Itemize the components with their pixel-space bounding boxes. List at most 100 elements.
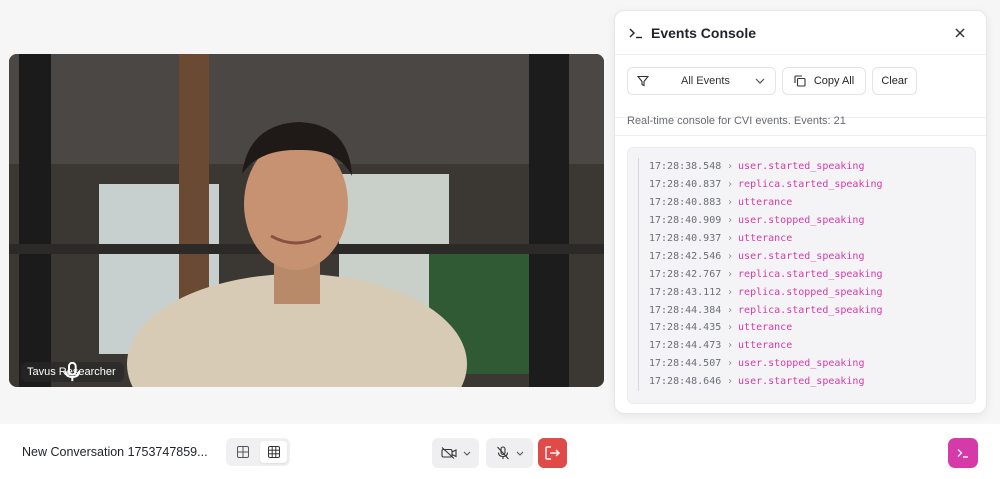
event-name: user.started_speaking xyxy=(738,376,865,388)
event-row: 17:28:42.546 › user.started_speaking xyxy=(638,247,975,266)
chevron-down-icon xyxy=(516,451,523,456)
event-row: 17:28:43.112 › replica.stopped_speaking xyxy=(638,283,975,302)
event-name: utterance xyxy=(738,233,793,244)
exit-icon xyxy=(544,446,560,460)
row-guide xyxy=(638,211,639,230)
row-guide xyxy=(638,193,639,212)
event-timestamp: 17:28:44.384 xyxy=(649,304,722,316)
copy-all-button[interactable]: Copy All xyxy=(782,67,866,95)
event-row: 17:28:42.767 › replica.started_speaking xyxy=(638,265,975,284)
filter-icon xyxy=(637,75,649,87)
event-timestamp: 17:28:40.937 xyxy=(649,233,722,244)
participant-tag: Tavus Researcher xyxy=(21,362,124,382)
bottom-bar: New Conversation 1753747859... xyxy=(0,424,1000,479)
event-timestamp: 17:28:42.546 xyxy=(649,250,722,262)
chevron-right-icon: › xyxy=(727,197,734,209)
event-name: user.started_speaking xyxy=(738,250,865,262)
layout-grid-button[interactable] xyxy=(229,441,256,463)
terminal-icon xyxy=(629,28,642,38)
event-name: user.stopped_speaking xyxy=(738,358,865,370)
row-guide xyxy=(638,247,639,266)
event-name: utterance xyxy=(738,322,793,334)
event-row: 17:28:40.883 › utterance xyxy=(638,193,975,212)
row-guide xyxy=(638,175,639,194)
event-timestamp: 17:28:40.883 xyxy=(649,197,722,209)
copy-all-label: Copy All xyxy=(813,75,855,87)
event-timestamp: 17:28:44.435 xyxy=(649,322,722,334)
chevron-right-icon: › xyxy=(727,250,734,262)
event-row: 17:28:44.507 › user.stopped_speaking xyxy=(638,354,975,373)
event-row: 17:28:48.646 › user.started_speaking xyxy=(638,372,975,391)
event-row: 17:28:40.837 › replica.started_speaking xyxy=(638,175,975,194)
event-name: utterance xyxy=(738,197,793,209)
events-console-panel: Events Console All Events Copy All Clear xyxy=(614,10,987,414)
event-row: 17:28:44.473 › utterance xyxy=(638,336,975,355)
microphone-off-icon xyxy=(496,446,509,460)
row-guide xyxy=(638,283,639,302)
event-row: 17:28:40.937 › utterance xyxy=(638,229,975,248)
microphone-toggle-button[interactable] xyxy=(486,438,533,468)
event-filter-value: All Events xyxy=(681,75,730,87)
console-header: Events Console xyxy=(615,11,986,55)
event-name: utterance xyxy=(738,340,793,352)
chevron-right-icon: › xyxy=(727,286,734,298)
event-timestamp: 17:28:38.548 xyxy=(649,161,722,173)
row-guide xyxy=(638,319,639,337)
row-guide xyxy=(638,229,639,248)
event-name: replica.started_speaking xyxy=(738,304,883,316)
event-name: user.started_speaking xyxy=(738,161,865,173)
event-filter-select[interactable]: All Events xyxy=(627,67,776,95)
event-name: replica.stopped_speaking xyxy=(738,286,883,298)
chevron-right-icon: › xyxy=(727,179,734,191)
event-timestamp: 17:28:48.646 xyxy=(649,376,722,388)
event-timestamp: 17:28:42.767 xyxy=(649,268,722,280)
console-title: Events Console xyxy=(651,24,757,41)
event-row: 17:28:40.909 › user.stopped_speaking xyxy=(638,211,975,230)
layout-toggle xyxy=(226,438,290,466)
chevron-right-icon: › xyxy=(727,215,734,227)
leave-call-button[interactable] xyxy=(538,438,567,468)
video-feed: Tavus Researcher xyxy=(9,54,604,387)
clear-button[interactable]: Clear xyxy=(872,67,917,95)
row-guide xyxy=(638,158,639,176)
divider xyxy=(615,135,986,136)
chevron-down-icon xyxy=(755,78,765,84)
clear-label: Clear xyxy=(881,75,908,87)
event-timestamp: 17:28:44.473 xyxy=(649,340,722,352)
row-guide xyxy=(638,372,639,391)
chevron-right-icon: › xyxy=(727,161,734,173)
event-name: replica.started_speaking xyxy=(738,179,883,191)
chevron-right-icon: › xyxy=(727,304,734,316)
microphone-icon xyxy=(64,362,80,382)
camera-toggle-button[interactable] xyxy=(432,438,479,468)
event-timestamp: 17:28:40.909 xyxy=(649,215,722,227)
video-frame-image xyxy=(9,54,604,387)
chevron-right-icon: › xyxy=(727,376,734,388)
row-guide xyxy=(638,265,639,284)
event-row: 17:28:44.384 › replica.started_speaking xyxy=(638,301,975,320)
copy-icon xyxy=(794,75,806,87)
event-log: 17:28:38.548 › user.started_speaking 17:28:… xyxy=(627,147,976,404)
table-icon xyxy=(267,446,280,458)
layout-table-button[interactable] xyxy=(260,441,287,463)
chevron-right-icon: › xyxy=(727,268,734,280)
event-row: 17:28:44.435 › utterance xyxy=(638,319,975,337)
chevron-down-icon xyxy=(463,451,470,456)
chevron-right-icon: › xyxy=(727,358,734,370)
console-toolbar: All Events Copy All Clear xyxy=(615,55,986,118)
close-icon[interactable] xyxy=(952,25,968,41)
row-guide xyxy=(638,301,639,320)
terminal-icon xyxy=(957,449,968,458)
event-row: 17:28:38.548 › user.started_speaking xyxy=(638,158,975,176)
row-guide xyxy=(638,354,639,373)
camera-off-icon xyxy=(440,447,457,459)
console-subtitle: Real-time console for CVI events. Events… xyxy=(627,115,846,127)
event-name: user.stopped_speaking xyxy=(738,215,865,227)
event-name: replica.started_speaking xyxy=(738,268,883,280)
event-timestamp: 17:28:44.507 xyxy=(649,358,722,370)
chevron-right-icon: › xyxy=(727,233,734,244)
console-toggle-button[interactable] xyxy=(948,438,978,468)
conversation-title: New Conversation 1753747859... xyxy=(22,445,208,459)
grid-icon xyxy=(236,446,249,458)
row-guide xyxy=(638,336,639,355)
